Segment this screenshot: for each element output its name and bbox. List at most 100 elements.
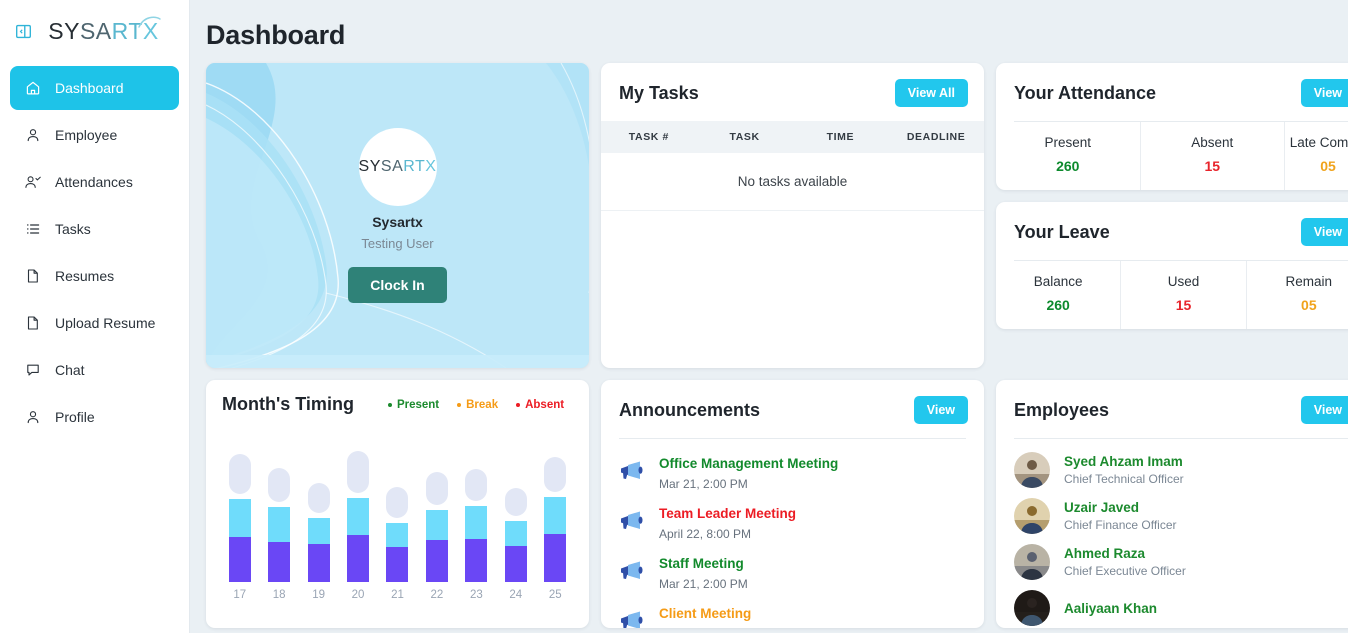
sidebar-item-tasks[interactable]: Tasks <box>10 207 179 251</box>
stat-label: Late Coming <box>1289 135 1348 150</box>
employee-avatar <box>1014 544 1050 580</box>
chart-bar-column: 18 <box>264 434 294 601</box>
timing-bar-chart: 17 18 19 20 21 22 23 24 25 <box>220 433 575 601</box>
employee-role: Chief Technical Officer <box>1064 472 1184 486</box>
chart-segment-absent <box>228 454 251 494</box>
user-check-icon <box>24 174 41 191</box>
announcement-item[interactable]: Team Leader Meeting April 22, 8:00 PM <box>619 499 966 549</box>
employee-name: Syed Ahzam Imam <box>1064 454 1183 469</box>
sidebar-item-resumes[interactable]: Resumes <box>10 254 179 298</box>
main-content: Dashboard SYSARTX Sysartx Testing User C… <box>190 0 1348 633</box>
user-icon <box>24 127 41 144</box>
employee-avatar <box>1014 498 1050 534</box>
file-upload-icon <box>24 315 41 332</box>
sidebar-item-employee[interactable]: Employee <box>10 113 179 157</box>
employee-role: Chief Finance Officer <box>1064 518 1177 532</box>
tasks-table-header: TASK # TASK TIME DEADLINE <box>601 121 984 153</box>
view-employees-button[interactable]: View <box>1300 396 1348 424</box>
employees-list: Syed Ahzam Imam Chief Technical Officer Uz… <box>996 439 1348 628</box>
sidebar-item-label: Upload Resume <box>55 315 156 331</box>
announcement-title: Client Meeting <box>659 606 752 621</box>
chart-segment-absent <box>504 488 527 516</box>
stat-label: Present <box>1044 135 1092 150</box>
my-tasks-card: My Tasks View All TASK # TASK TIME DEADL… <box>601 63 984 368</box>
profile-clockin-card: SYSARTX Sysartx Testing User Clock In <box>206 63 589 368</box>
stat-value: 05 <box>1301 297 1317 314</box>
view-leave-button[interactable]: View <box>1300 218 1348 247</box>
employees-title: Employees <box>1014 399 1110 420</box>
stat-present: Present 260 <box>996 122 1141 191</box>
megaphone-icon <box>619 455 645 485</box>
employee-list-item[interactable]: Aaliyaan Khan <box>1014 585 1348 628</box>
announcement-item[interactable]: Staff Meeting Mar 21, 2:00 PM <box>619 549 966 599</box>
chart-bar-stack <box>386 434 409 582</box>
chart-segment-absent <box>425 472 448 505</box>
megaphone-icon <box>619 605 645 628</box>
sidebar-item-attendances[interactable]: Attendances <box>10 160 179 204</box>
sidebar-item-chat[interactable]: Chat <box>10 348 179 392</box>
announcement-title: Team Leader Meeting <box>659 506 797 521</box>
chart-x-label: 17 <box>233 589 247 601</box>
announcement-date: April 22, 8:00 PM <box>659 527 752 541</box>
stat-value: 15 <box>1175 297 1192 314</box>
employee-list-item[interactable]: Uzair Javed Chief Finance Officer <box>1014 493 1348 539</box>
sidebar-item-upload-resume[interactable]: Upload Resume <box>10 301 179 345</box>
chart-bar-stack <box>465 434 488 582</box>
stat-absent: Absent 15 <box>1141 122 1285 191</box>
sidebar-item-profile[interactable]: Profile <box>10 395 179 439</box>
sidebar-item-label: Tasks <box>55 221 91 237</box>
sidebar-nav: Dashboard Employee Attendances Tasks Res… <box>0 66 189 439</box>
clock-in-button[interactable]: Clock In <box>348 267 447 303</box>
chart-segment-present <box>228 537 251 582</box>
stat-remain: Remain 05 <box>1247 261 1348 329</box>
stat-value: 15 <box>1204 158 1221 175</box>
file-icon <box>24 268 41 285</box>
chart-segment-break <box>504 521 527 546</box>
page-title: Dashboard <box>206 20 346 50</box>
chart-bar-stack <box>268 434 291 582</box>
view-attendance-button[interactable]: View <box>1300 79 1348 107</box>
employee-list-item[interactable]: Ahmed Raza Chief Executive Officer <box>1014 539 1348 585</box>
chart-bar-column: 19 <box>304 434 334 601</box>
legend-label: Absent <box>525 398 565 411</box>
stat-balance: Balance 260 <box>996 261 1122 330</box>
chat-bubble-icon <box>24 362 41 379</box>
announcement-item[interactable]: Office Management Meeting Mar 21, 2:00 PM <box>619 449 966 499</box>
chart-segment-break <box>544 497 567 534</box>
chart-bar-column: 25 <box>540 434 570 601</box>
months-timing-card: Month's Timing Present Break Absent 17 1… <box>206 380 589 628</box>
legend-absent: Absent <box>516 399 564 411</box>
announcement-item[interactable]: Client Meeting <box>619 599 966 628</box>
employee-name: Ahmed Raza <box>1064 546 1146 561</box>
chart-bar-stack <box>347 434 370 582</box>
legend-dot-icon <box>516 402 521 407</box>
sidebar-header: SYSARTX <box>0 0 189 62</box>
attendance-header: Your Attendance View <box>996 63 1348 121</box>
chart-segment-break <box>307 518 330 544</box>
legend-present: Present <box>387 399 439 411</box>
view-all-tasks-button[interactable]: View All <box>894 79 968 107</box>
logo-swoosh-icon <box>137 16 161 28</box>
attendance-card: Your Attendance View Present 260 Absent … <box>996 63 1348 191</box>
attendance-stats: Present 260 Absent 15 Late Coming 05 <box>996 122 1348 191</box>
view-announcements-button[interactable]: View <box>913 396 968 424</box>
panel-collapse-icon[interactable] <box>10 18 36 44</box>
legend-break: Break <box>457 399 498 411</box>
sidebar-item-dashboard[interactable]: Dashboard <box>10 66 179 110</box>
app-root: SYSARTX Dashboard Employee Attendances T… <box>0 0 1348 633</box>
leave-header: Your Leave View <box>996 202 1348 260</box>
chart-bar-column: 21 <box>382 434 412 601</box>
tasks-empty-message: No tasks available <box>601 153 984 211</box>
chart-segment-absent <box>544 457 567 492</box>
employee-avatar <box>1014 590 1050 626</box>
chart-bar-stack <box>544 434 567 582</box>
sidebar: SYSARTX Dashboard Employee Attendances T… <box>0 0 190 633</box>
my-tasks-title: My Tasks <box>619 82 699 103</box>
chart-x-label: 18 <box>272 589 286 601</box>
sidebar-item-label: Dashboard <box>55 80 124 96</box>
chart-segment-break <box>228 499 251 537</box>
employee-list-item[interactable]: Syed Ahzam Imam Chief Technical Officer <box>1014 447 1348 493</box>
profile-name: Sysartx <box>372 214 423 230</box>
months-timing-title: Month's Timing <box>222 394 354 414</box>
chart-x-label: 21 <box>391 589 404 601</box>
